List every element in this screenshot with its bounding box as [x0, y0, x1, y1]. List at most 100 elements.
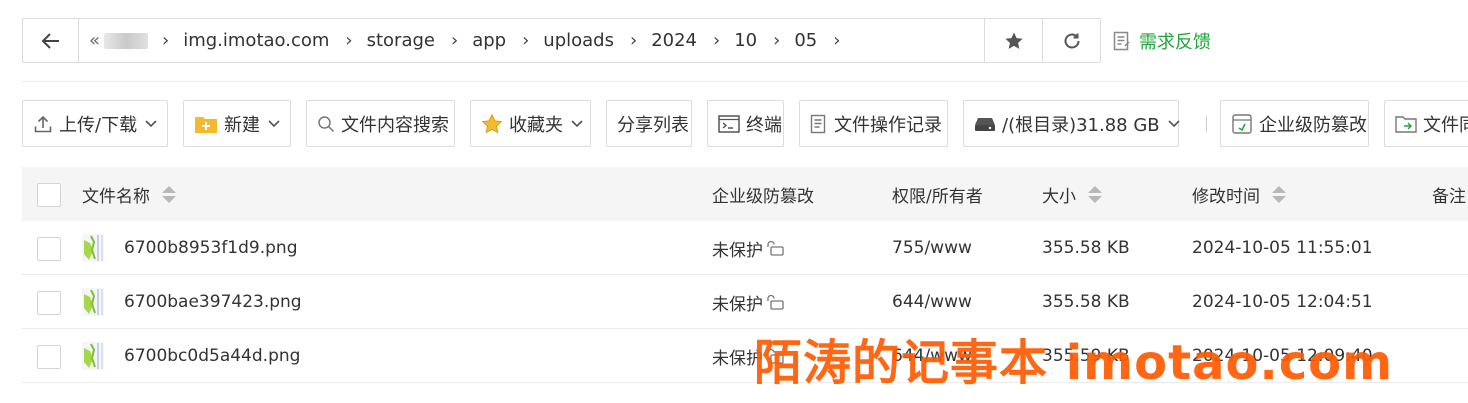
lock-open-icon[interactable]: [765, 240, 785, 256]
mtime-cell: 2024-10-05 11:55:01: [1192, 221, 1373, 275]
crumb-label[interactable]: 10: [734, 30, 757, 51]
col-header-perm: 权限/所有者: [892, 167, 983, 221]
back-button[interactable]: [23, 19, 79, 62]
perm-cell[interactable]: 644/www: [892, 275, 972, 329]
tamper-status: 未保护: [712, 294, 763, 315]
crumb-label[interactable]: app: [472, 30, 506, 51]
file-name[interactable]: 6700bae397423.png: [124, 292, 302, 312]
lock-open-icon[interactable]: [765, 294, 785, 310]
breadcrumb[interactable]: « › img.imotao.com › storage › app › uploads…: [79, 19, 984, 62]
chevron-right-icon: ›: [345, 30, 353, 51]
chevron-right-icon: ›: [773, 30, 781, 51]
sort-icon[interactable]: [1272, 185, 1286, 203]
folder-plus-icon: [195, 116, 217, 133]
chevron-down-icon: [571, 119, 583, 127]
chevron-right-icon: ›: [833, 30, 841, 51]
breadcrumb-end[interactable]: ›: [817, 30, 854, 51]
content-search-button[interactable]: 文件内容搜索: [306, 100, 455, 147]
tamper-status-cell[interactable]: 未保护: [712, 221, 785, 275]
perm-value[interactable]: 755/www: [892, 238, 972, 258]
col-header-name[interactable]: 文件名称: [82, 167, 176, 221]
mtime-cell: 2024-10-05 12:04:51: [1192, 275, 1373, 329]
mtime-value: 2024-10-05 12:04:51: [1192, 292, 1373, 312]
row-checkbox[interactable]: [37, 291, 61, 315]
file-sync-button[interactable]: 文件同: [1384, 100, 1468, 147]
crumb-label[interactable]: uploads: [543, 30, 614, 51]
file-name[interactable]: 6700b8953f1d9.png: [124, 238, 298, 258]
file-sync-label: 文件同: [1423, 114, 1468, 136]
table-row[interactable]: 6700bae397423.png 未保护 644/www 355.58 KB …: [22, 275, 1468, 329]
toolbar-separator: [1206, 116, 1207, 132]
upload-download-button[interactable]: 上传/下载: [22, 100, 168, 147]
col-header-label: 权限/所有者: [892, 186, 983, 207]
favorites-button[interactable]: 收藏夹: [470, 100, 591, 147]
watermark: 陌涛的记事本 imotao.com: [754, 335, 1394, 391]
feedback-icon: [1113, 31, 1130, 51]
breadcrumb-item[interactable]: › 2024: [614, 30, 697, 51]
address-bar: « › img.imotao.com › storage › app › uploads…: [22, 18, 1101, 63]
col-header-tamper: 企业级防篡改: [712, 167, 814, 221]
col-header-label: 修改时间: [1192, 186, 1260, 207]
favorite-star-icon: [481, 113, 503, 134]
bookmark-button[interactable]: [984, 19, 1042, 62]
chevron-right-icon: ›: [162, 30, 170, 51]
mtime-value: 2024-10-05 11:55:01: [1192, 238, 1373, 258]
new-label: 新建: [224, 114, 260, 136]
col-header-size[interactable]: 大小: [1042, 167, 1102, 221]
image-thumb-icon: [82, 342, 104, 370]
folder-sync-icon: [1395, 115, 1417, 133]
search-icon: [318, 115, 335, 132]
feedback-label[interactable]: 需求反馈: [1139, 28, 1211, 54]
crumb-label[interactable]: 2024: [651, 30, 697, 51]
share-list-label: 分享列表: [617, 114, 689, 136]
breadcrumb-item[interactable]: › 05: [757, 30, 817, 51]
row-checkbox[interactable]: [37, 237, 61, 261]
crumb-label[interactable]: storage: [367, 30, 435, 51]
tamper-status-cell[interactable]: 未保护: [712, 275, 785, 329]
tamper-protect-label: 企业级防篡改: [1259, 114, 1367, 136]
col-header-label: 文件名称: [82, 186, 150, 207]
row-checkbox[interactable]: [37, 345, 61, 369]
select-all-checkbox[interactable]: [37, 183, 61, 207]
terminal-button[interactable]: 终端: [707, 100, 784, 147]
breadcrumb-item[interactable]: › uploads: [506, 30, 614, 51]
operation-log-button[interactable]: 文件操作记录: [799, 100, 948, 147]
chevron-right-icon: ›: [629, 30, 638, 51]
upload-icon: [34, 115, 52, 132]
disk-icon: [975, 117, 995, 131]
col-header-label: 备注: [1432, 186, 1466, 207]
crumb-label[interactable]: 05: [794, 30, 817, 51]
crumb-label[interactable]: img.imotao.com: [183, 30, 329, 51]
image-thumb-icon: [82, 288, 104, 316]
breadcrumb-item[interactable]: › 10: [697, 30, 757, 51]
operation-log-label: 文件操作记录: [834, 114, 942, 136]
breadcrumb-item[interactable]: › storage: [329, 30, 435, 51]
refresh-button[interactable]: [1042, 19, 1100, 62]
file-name[interactable]: 6700bc0d5a44d.png: [124, 346, 300, 366]
table-row[interactable]: 6700b8953f1d9.png 未保护 755/www 355.58 KB …: [22, 221, 1468, 275]
feedback-link[interactable]: 需求反馈: [1113, 28, 1211, 54]
size-value: 355.58 KB: [1042, 238, 1130, 258]
sort-icon[interactable]: [1088, 185, 1102, 203]
new-button[interactable]: 新建: [183, 100, 291, 147]
file-name-cell[interactable]: 6700b8953f1d9.png: [82, 221, 298, 275]
refresh-icon: [1064, 33, 1079, 48]
file-name-cell[interactable]: 6700bc0d5a44d.png: [82, 329, 300, 383]
col-header-mtime[interactable]: 修改时间: [1192, 167, 1286, 221]
chevron-right-icon: ›: [713, 30, 721, 51]
share-list-button[interactable]: 分享列表: [606, 100, 692, 147]
back-arrow-icon: [41, 32, 59, 49]
breadcrumb-item[interactable]: › app: [435, 30, 506, 51]
chevron-down-icon: [1168, 119, 1180, 127]
chevron-double-left-icon[interactable]: «: [89, 30, 100, 51]
upload-download-label: 上传/下载: [59, 114, 138, 136]
perm-cell[interactable]: 755/www: [892, 221, 972, 275]
tamper-protect-button[interactable]: 企业级防篡改: [1220, 100, 1369, 147]
disk-label: /(根目录)31.88 GB: [1002, 114, 1160, 136]
perm-value[interactable]: 644/www: [892, 292, 972, 312]
disk-select[interactable]: /(根目录)31.88 GB: [963, 100, 1180, 147]
log-icon: [810, 114, 826, 133]
file-name-cell[interactable]: 6700bae397423.png: [82, 275, 302, 329]
breadcrumb-item[interactable]: › img.imotao.com: [162, 30, 329, 51]
sort-icon[interactable]: [162, 185, 176, 203]
